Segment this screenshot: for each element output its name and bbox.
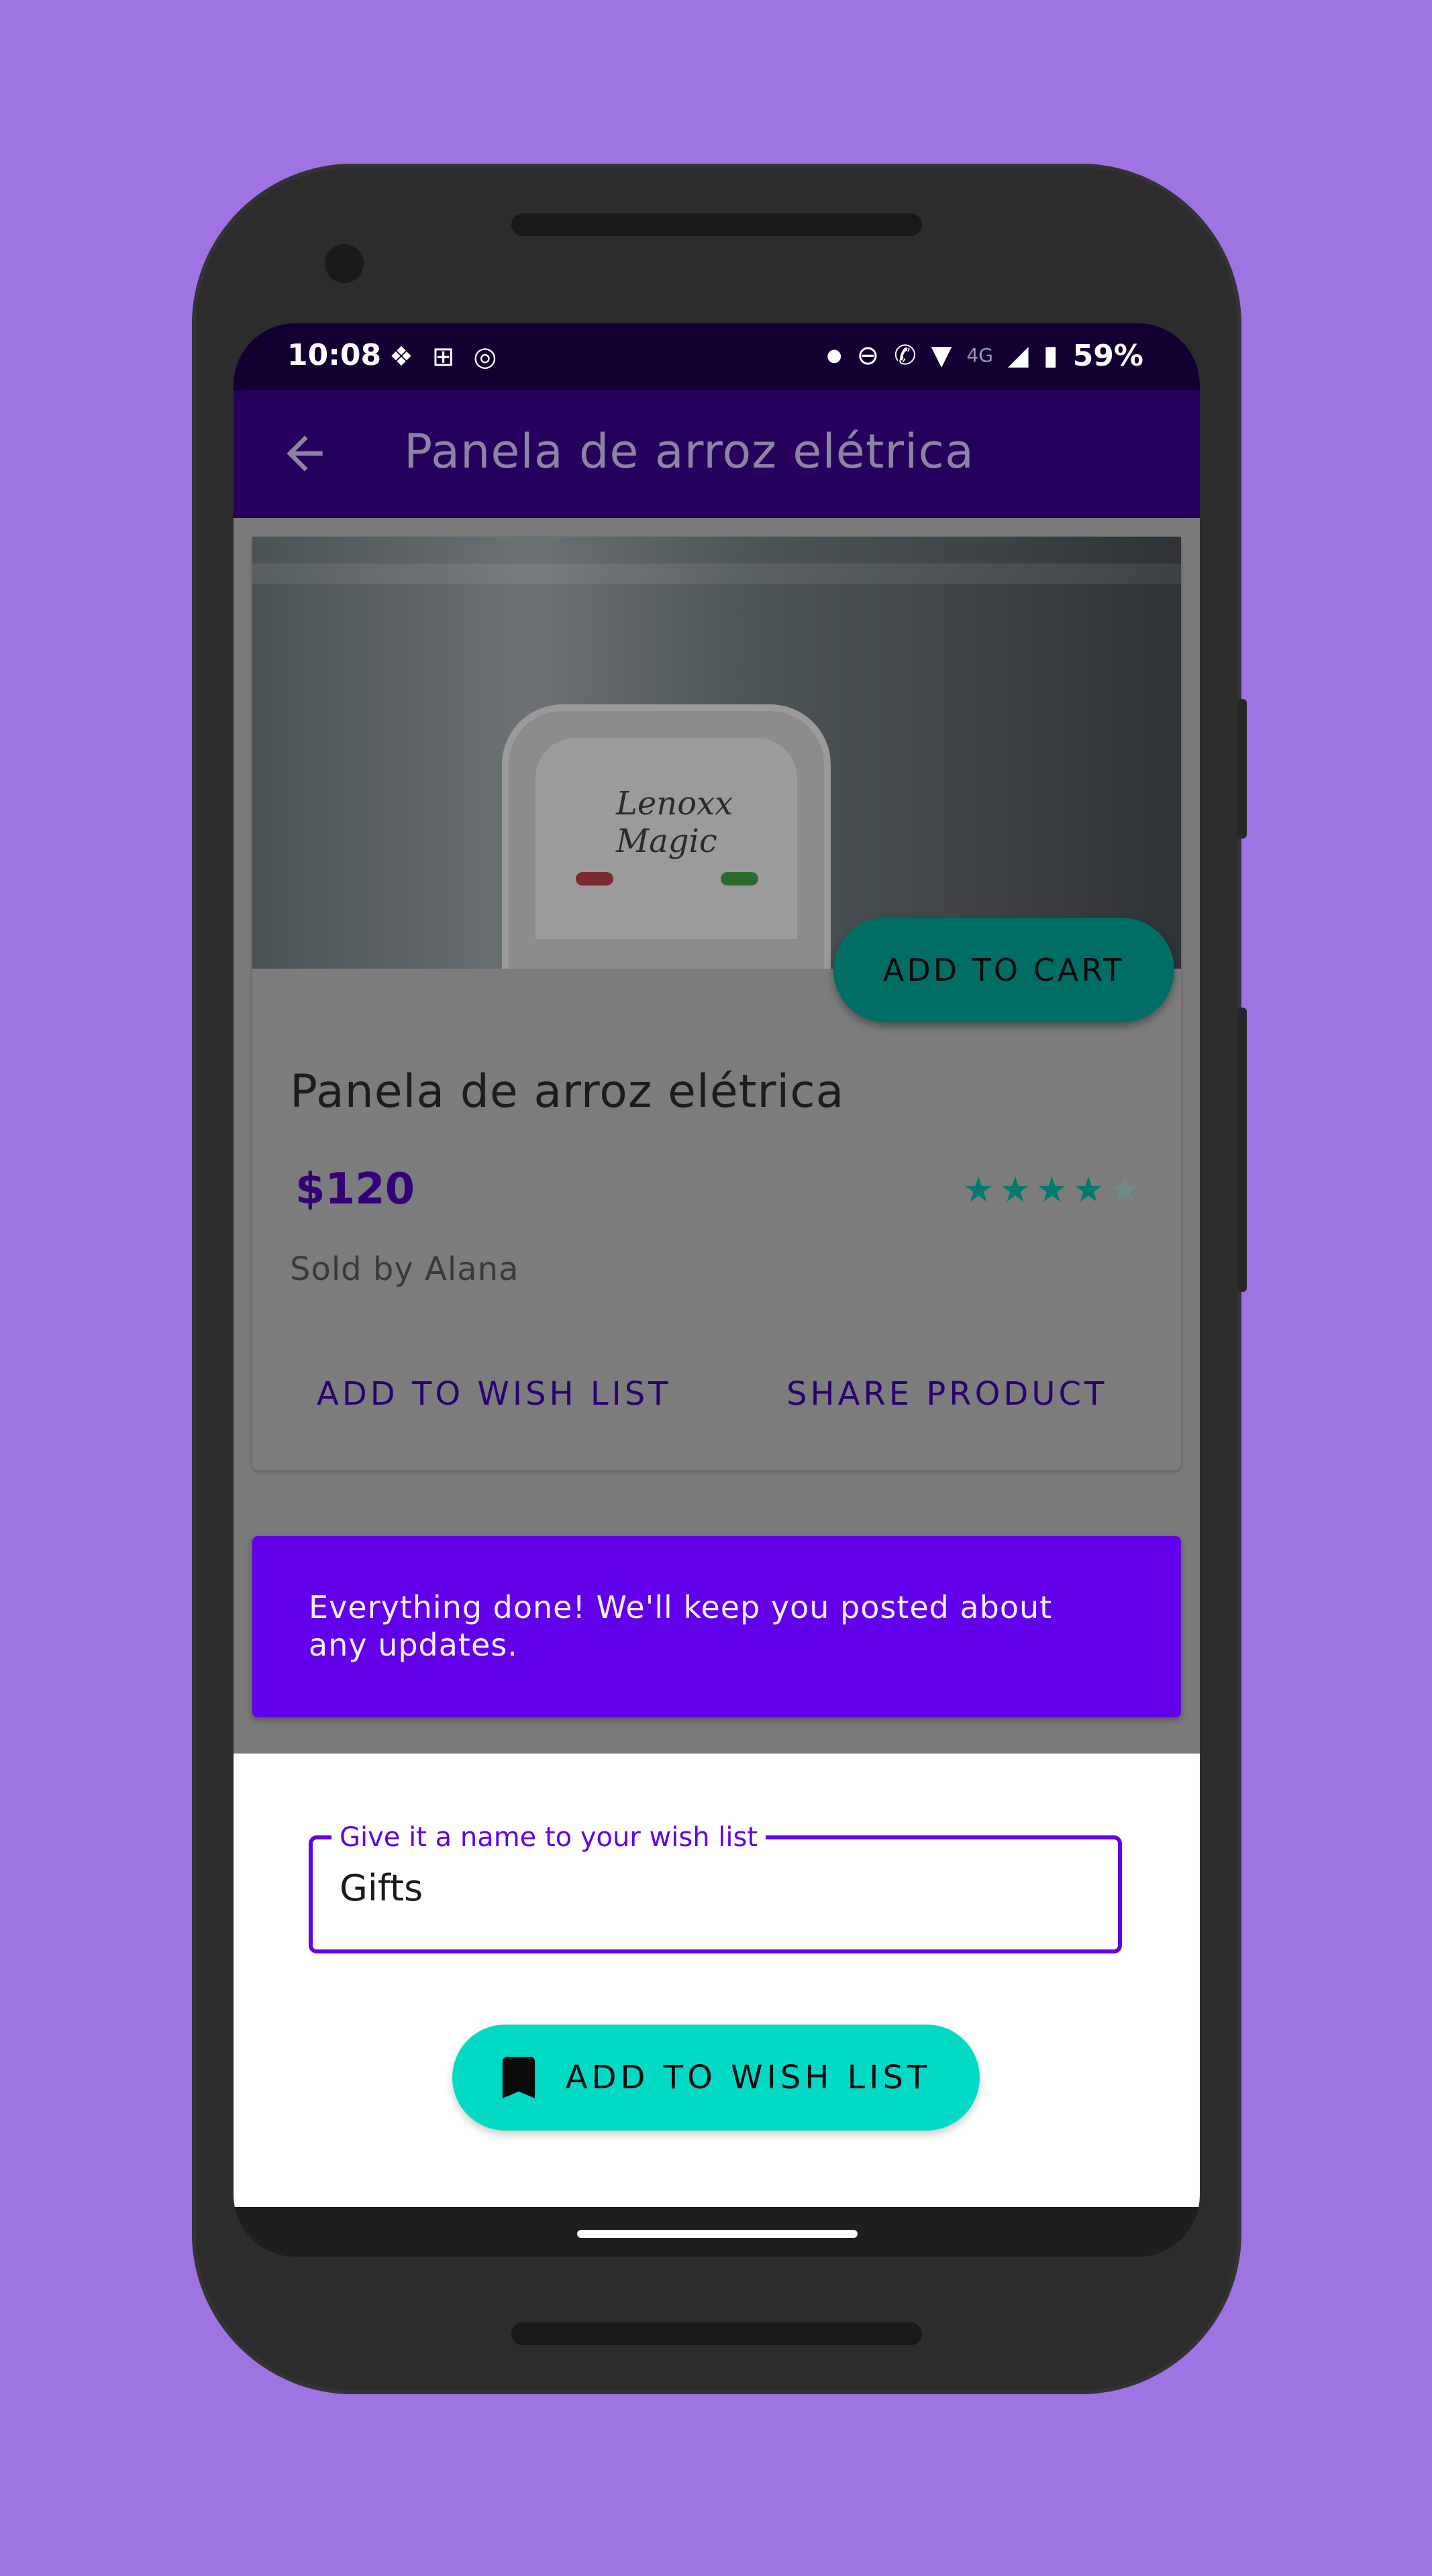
image-rail [252, 564, 1181, 584]
signal-icon: ◢ [1007, 340, 1029, 371]
wish-list-bottom-sheet: Give it a name to your wish list ADD TO … [234, 1754, 1200, 2207]
product-image: Lenoxx Magic [252, 537, 1181, 969]
cook-led [576, 872, 613, 885]
add-to-wish-list-link[interactable]: ADD TO WISH LIST [317, 1375, 672, 1413]
content-scrim: Lenoxx Magic ADD TO CART Panela de arroz… [234, 518, 1200, 1754]
power-button [1237, 699, 1247, 839]
network-type-label: 4G [966, 344, 993, 366]
wish-list-name-input[interactable] [338, 1866, 1079, 1910]
navigation-bar [234, 2207, 1200, 2257]
rating-stars: ★ ★ ★ ★ ★ [963, 1173, 1141, 1208]
snackbar-message: Everything done! We'll keep you posted a… [309, 1589, 1053, 1663]
sync-icon: ◎ [473, 341, 497, 372]
wifi-icon: ▼ [931, 340, 952, 371]
product-card: Lenoxx Magic ADD TO CART Panela de arroz… [252, 537, 1181, 1470]
star-icon: ★ [962, 1170, 994, 1210]
snackbar: Everything done! We'll keep you posted a… [252, 1536, 1181, 1717]
page-title: Panela de arroz elétrica [404, 424, 974, 479]
app-bar: Panela de arroz elétrica [234, 390, 1200, 518]
phone-frame: 10:08 ❖ ⊞ ◎ ● ⊖ ✆ ▼ 4G ◢ ▮ 59% Panela de… [192, 164, 1247, 2394]
warm-led [721, 872, 758, 885]
translate-icon: ⊞ [431, 341, 455, 372]
share-product-link[interactable]: SHARE PRODUCT [786, 1375, 1107, 1413]
arrow-left-icon[interactable] [278, 427, 331, 480]
do-not-disturb-icon: ⊖ [856, 340, 880, 371]
star-icon: ★ [1072, 1170, 1105, 1210]
add-to-wish-list-label: ADD TO WISH LIST [565, 2059, 931, 2096]
add-to-cart-button[interactable]: ADD TO CART [833, 918, 1174, 1022]
star-icon: ★ [1109, 1170, 1141, 1210]
wish-list-name-field[interactable]: Give it a name to your wish list [309, 1821, 1122, 1953]
battery-percent: 59% [1072, 338, 1143, 373]
notification-icons: ❖ ⊞ ◎ [389, 339, 497, 374]
product-price: $120 [295, 1165, 415, 1214]
top-speaker [511, 213, 922, 236]
system-icons: ● ⊖ ✆ ▼ 4G ◢ ▮ 59% [827, 338, 1143, 373]
home-gesture-handle[interactable] [577, 2230, 858, 2238]
add-to-wish-list-button[interactable]: ADD TO WISH LIST [452, 2025, 980, 2131]
dot-icon: ● [826, 345, 842, 366]
star-icon: ★ [1036, 1170, 1068, 1210]
wifi-calling-icon: ✆ [894, 340, 917, 371]
seller-label: Sold by Alana [290, 1250, 519, 1288]
battery-icon: ▮ [1043, 340, 1058, 371]
bottom-speaker [511, 2322, 922, 2345]
status-bar: 10:08 ❖ ⊞ ◎ ● ⊖ ✆ ▼ 4G ◢ ▮ 59% [234, 323, 1200, 390]
star-icon: ★ [999, 1170, 1031, 1210]
front-camera [325, 244, 364, 283]
dropbox-icon: ❖ [389, 341, 413, 372]
volume-button [1237, 1008, 1247, 1292]
product-logo: Lenoxx Magic [616, 785, 733, 860]
cooker-control-panel: Lenoxx Magic [502, 704, 831, 969]
status-time: 10:08 [287, 338, 382, 372]
product-title: Panela de arroz elétrica [290, 1065, 845, 1118]
bookmark-icon [502, 2057, 535, 2098]
wish-list-name-label: Give it a name to your wish list [331, 1821, 766, 1854]
screen: 10:08 ❖ ⊞ ◎ ● ⊖ ✆ ▼ 4G ◢ ▮ 59% Panela de… [234, 323, 1200, 2257]
